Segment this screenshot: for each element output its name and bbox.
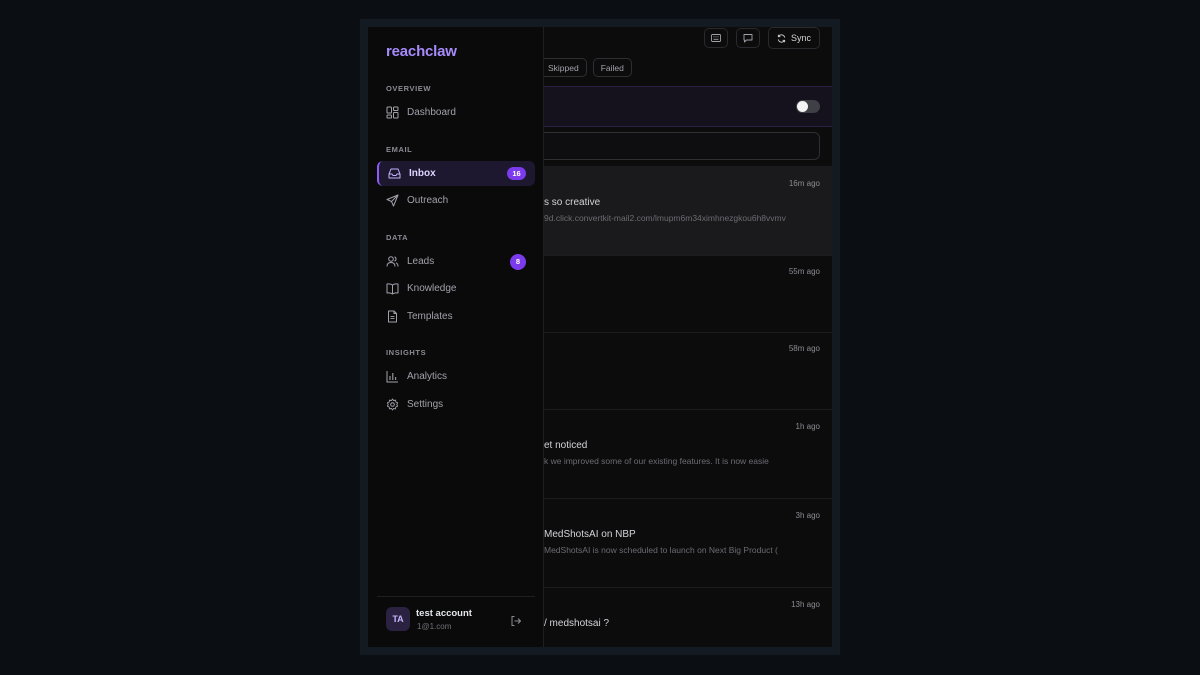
inbox-count-badge: 16 <box>507 167 526 180</box>
sync-label: Sync <box>790 33 811 43</box>
mail-preview: 9d.click.convertkit-mail2.com/lmupm6m34x… <box>544 213 786 223</box>
sidebar-item-label: Analytics <box>407 371 448 382</box>
sidebar-item-label: Templates <box>407 311 453 322</box>
mail-subject: s so creative <box>544 197 601 208</box>
message-icon <box>743 34 753 43</box>
filter-skipped[interactable]: Skipped <box>540 58 587 77</box>
mail-time: 1h ago <box>795 422 820 431</box>
section-insights: INSIGHTS <box>386 348 427 357</box>
file-text-icon <box>386 310 399 323</box>
filter-failed[interactable]: Failed <box>592 58 632 77</box>
sidebar-item-label: Inbox <box>409 168 436 179</box>
keyboard-button[interactable] <box>703 28 728 48</box>
user-email: 1@1.com <box>417 622 452 631</box>
app-window: Sync Skipped Failed 16m ago s so creativ… <box>368 27 832 647</box>
mail-time: 55m ago <box>788 267 820 276</box>
sidebar-item-leads[interactable]: Leads 8 <box>377 249 535 274</box>
sidebar-item-knowledge[interactable]: Knowledge <box>377 276 535 301</box>
brand-logo[interactable]: reachclaw <box>386 43 457 60</box>
sidebar-item-label: Settings <box>407 399 444 410</box>
sidebar: reachclaw OVERVIEW Dashboard EMAIL Inbox… <box>368 27 544 647</box>
section-email: EMAIL <box>386 145 413 154</box>
auto-reply-toggle[interactable] <box>796 100 820 113</box>
user-name: test account <box>416 608 472 619</box>
sync-button[interactable]: Sync <box>767 27 820 49</box>
mail-subject: / medshotsai ? <box>544 618 610 629</box>
sidebar-item-label: Leads <box>407 256 435 267</box>
sidebar-item-outreach[interactable]: Outreach <box>377 188 535 213</box>
refresh-icon <box>777 33 786 43</box>
mail-subject: MedShotsAI on NBP <box>544 529 636 540</box>
avatar[interactable]: TA <box>386 607 410 631</box>
sidebar-item-label: Dashboard <box>407 107 456 118</box>
sidebar-item-inbox[interactable]: Inbox 16 <box>377 161 535 186</box>
sidebar-item-analytics[interactable]: Analytics <box>377 364 535 389</box>
book-icon <box>386 282 399 295</box>
sidebar-divider <box>377 596 535 597</box>
user-profile: TA test account 1@1.com <box>386 607 526 633</box>
gear-icon <box>386 398 399 411</box>
sidebar-item-label: Knowledge <box>407 283 457 294</box>
send-icon <box>386 194 399 207</box>
mail-time: 13h ago <box>791 600 820 609</box>
mail-preview: MedShotsAI is now scheduled to launch on… <box>544 545 778 555</box>
inbox-toolbar: Sync <box>703 27 820 49</box>
search-input[interactable] <box>538 132 820 160</box>
sidebar-item-dashboard[interactable]: Dashboard <box>377 100 535 125</box>
mail-preview: k we improved some of our existing featu… <box>544 456 769 466</box>
section-data: DATA <box>386 233 409 242</box>
dashboard-icon <box>386 106 399 119</box>
chat-button[interactable] <box>735 28 760 48</box>
leads-count-badge: 8 <box>510 253 526 270</box>
sidebar-item-label: Outreach <box>407 195 449 206</box>
inbox-icon <box>388 167 401 180</box>
keyboard-icon <box>711 34 721 42</box>
sidebar-item-templates[interactable]: Templates <box>377 304 535 329</box>
bar-chart-icon <box>386 370 399 383</box>
mail-time: 58m ago <box>788 344 820 353</box>
users-icon <box>386 255 399 268</box>
mail-time: 16m ago <box>788 179 820 188</box>
section-overview: OVERVIEW <box>386 84 432 93</box>
status-filters: Skipped Failed <box>540 58 632 77</box>
mail-subject: et noticed <box>544 440 588 451</box>
mail-time: 3h ago <box>795 511 820 520</box>
logout-icon[interactable] <box>510 614 522 626</box>
sidebar-item-settings[interactable]: Settings <box>377 392 535 417</box>
